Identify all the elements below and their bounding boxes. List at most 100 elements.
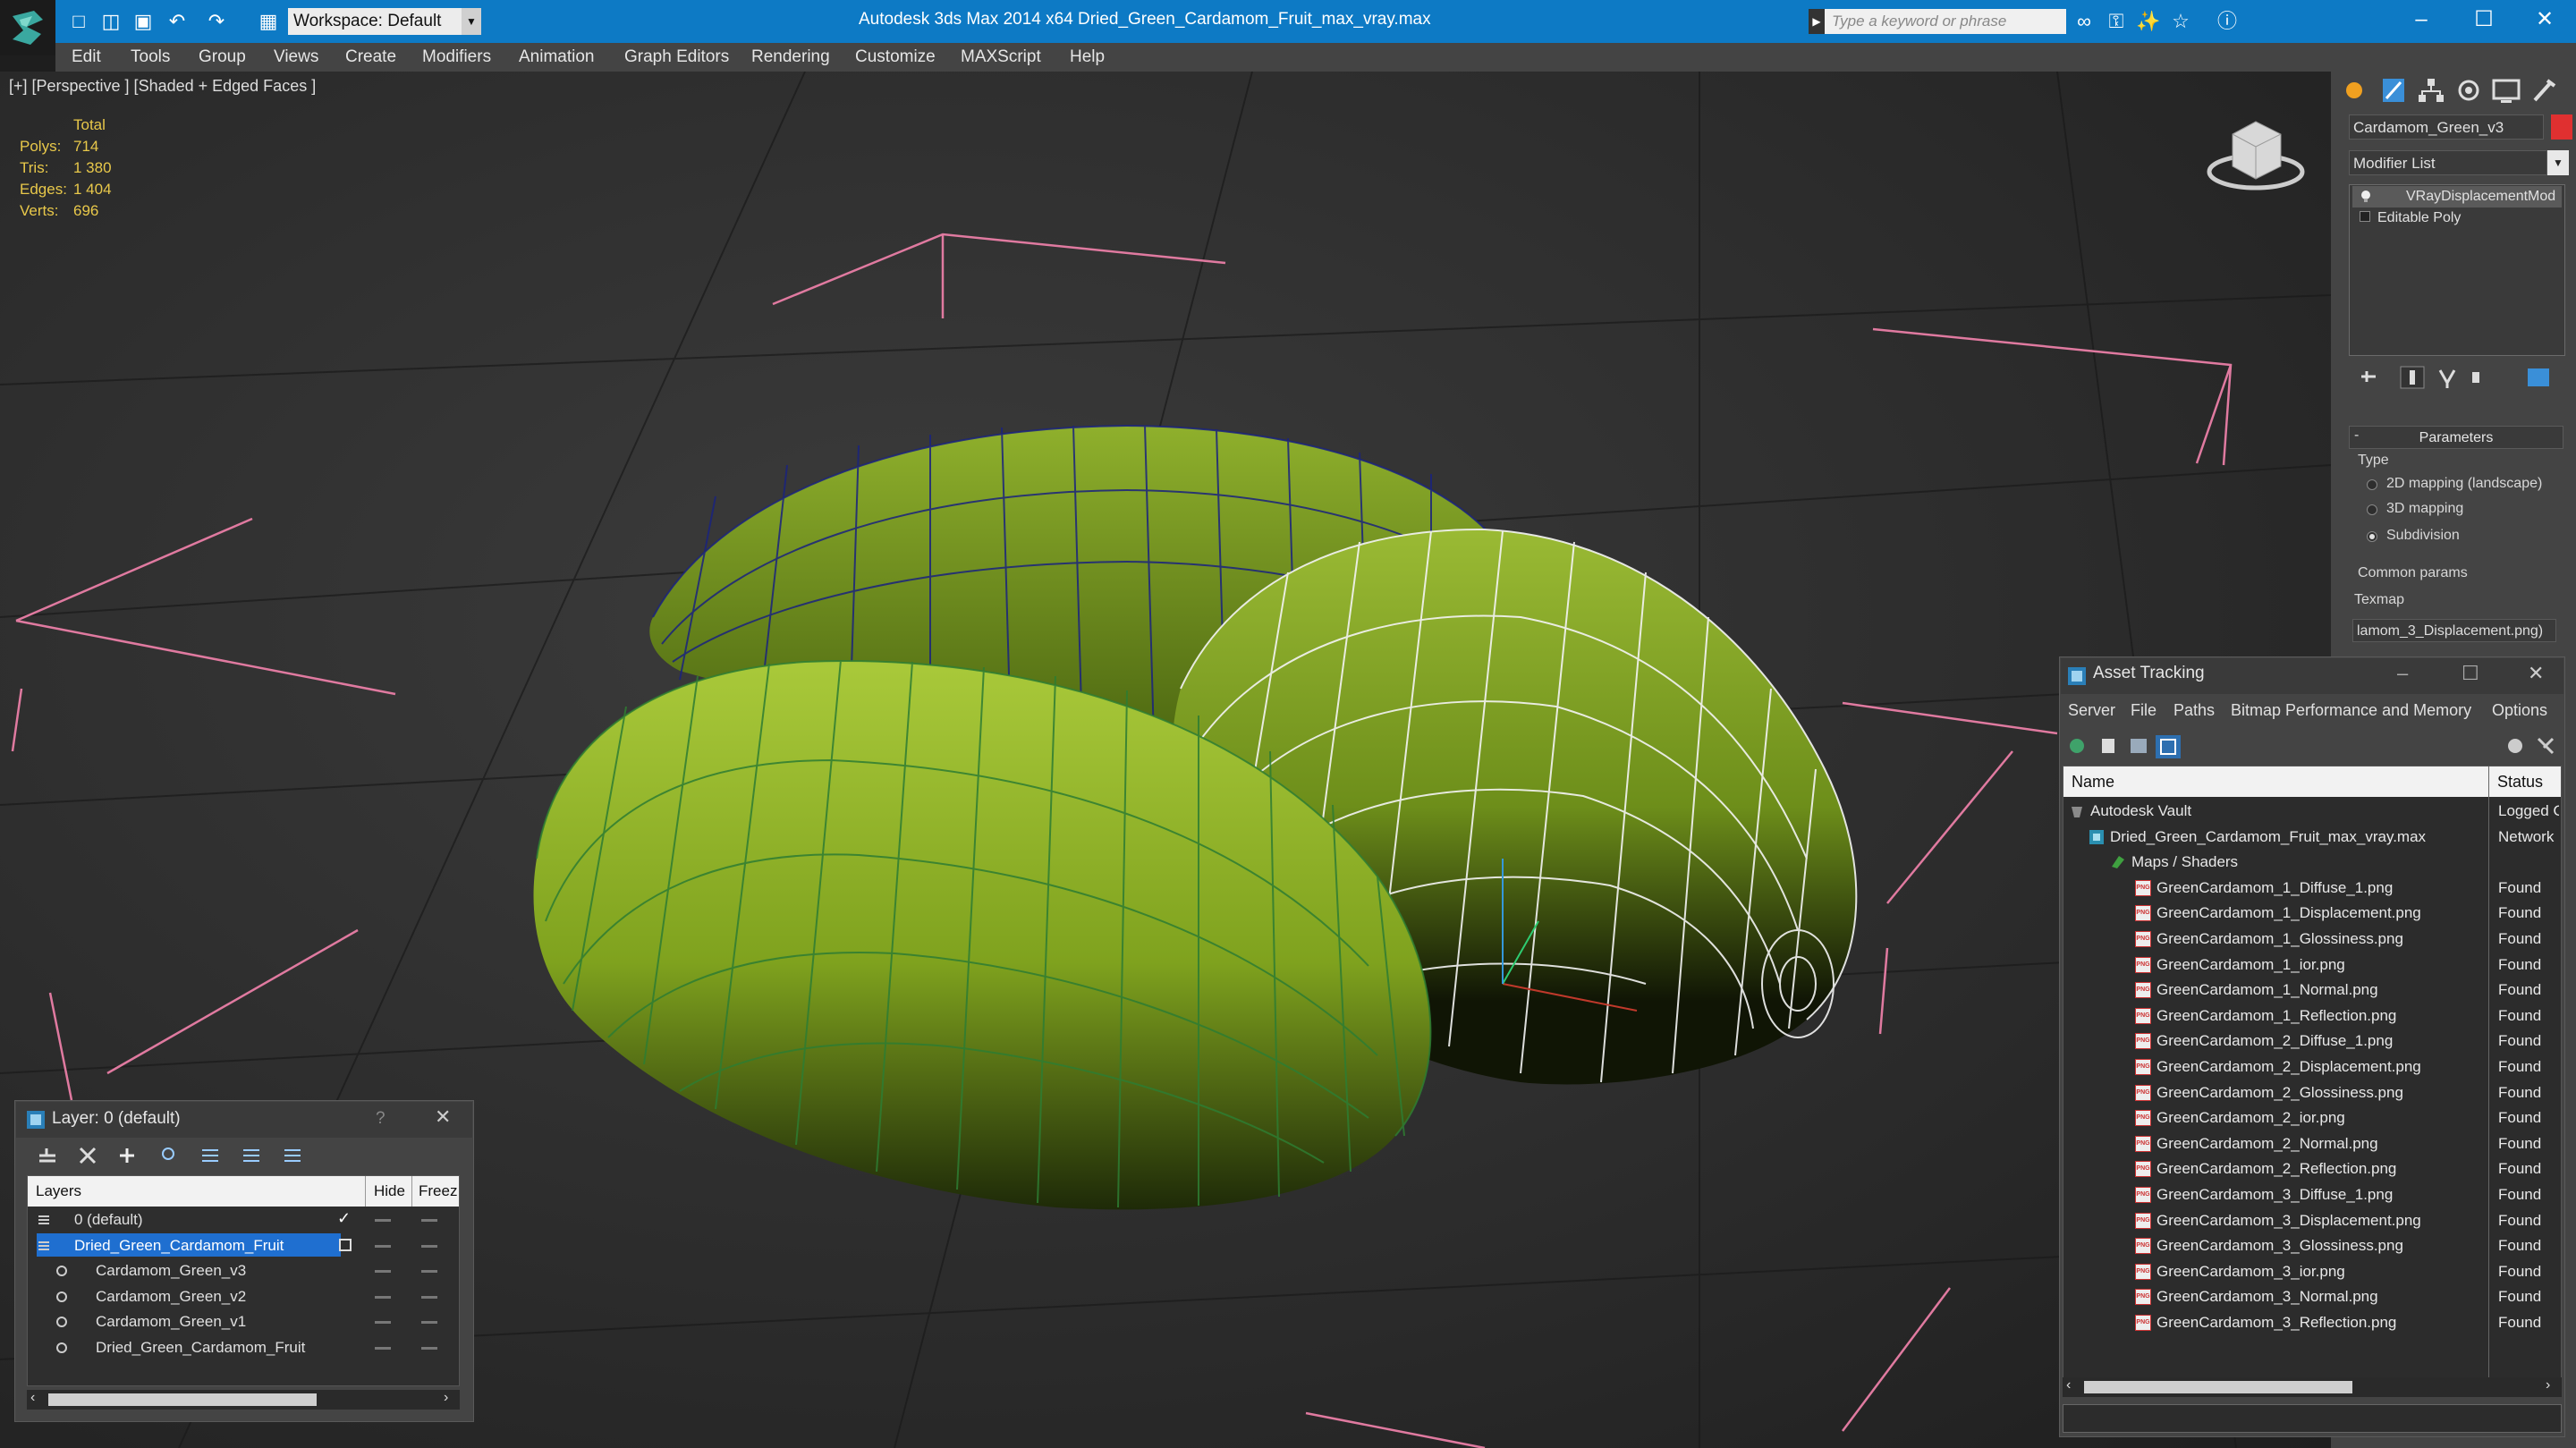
menu-group[interactable]: Group [199,43,246,72]
lightbulb-icon[interactable] [2360,190,2372,202]
layer-object-name[interactable]: Cardamom_Green_v3 [96,1258,246,1283]
undo-icon[interactable]: ↶ [165,9,190,34]
viewport-label[interactable]: [+] [Perspective ] [Shaded + Edged Faces… [9,77,316,96]
set-current-layer-checkbox[interactable] [339,1239,352,1251]
layer-object-name[interactable]: Dried_Green_Cardamom_Fruit [96,1335,305,1360]
key-icon[interactable]: ⚿ [2104,9,2129,34]
layer-row-name[interactable]: 0 (default) [74,1207,143,1232]
asset-menu-bitmap-performance[interactable]: Bitmap Performance and Memory [2231,696,2471,724]
maximize-window-icon[interactable]: ☐ [2453,0,2515,39]
chevron-down-icon[interactable]: ▼ [462,8,481,35]
current-layer-check-icon[interactable]: ✓ [337,1209,351,1228]
asset-name-cell[interactable]: GreenCardamom_1_Displacement.png [2157,901,2484,926]
parameters-rollout-header[interactable]: Parameters [2349,426,2563,449]
hierarchy-tab-icon[interactable] [2413,73,2449,107]
menu-graph-editors[interactable]: Graph Editors [624,43,729,72]
freeze-toggle[interactable] [421,1219,437,1222]
chevron-down-icon[interactable]: ▼ [2547,150,2569,175]
scroll-left-icon[interactable]: ‹ [30,1390,35,1406]
asset-name-cell[interactable]: GreenCardamom_2_Displacement.png [2157,1054,2484,1080]
column-header-hide[interactable]: Hide [374,1176,405,1207]
asset-name-cell[interactable]: GreenCardamom_3_ior.png [2157,1259,2484,1284]
menu-rendering[interactable]: Rendering [751,43,830,72]
project-folder-icon[interactable]: ▦ [256,9,281,34]
asset-name-cell[interactable]: GreenCardamom_2_Glossiness.png [2157,1080,2484,1105]
asset-name-cell[interactable]: GreenCardamom_2_Normal.png [2157,1131,2484,1156]
maximize-window-icon[interactable]: ☐ [2462,662,2479,685]
close-icon[interactable]: ✕ [2528,662,2544,685]
column-header-status[interactable]: Status [2497,766,2543,797]
minimize-window-icon[interactable]: – [2397,662,2408,685]
object-name-field[interactable]: Cardamom_Green_v3 [2349,114,2544,140]
menu-tools[interactable]: Tools [131,43,170,72]
hide-toggle[interactable] [375,1296,391,1299]
asset-name-cell[interactable]: GreenCardamom_1_Normal.png [2157,978,2484,1003]
help-icon[interactable]: ⓘ [2215,9,2240,34]
menu-customize[interactable]: Customize [855,43,936,72]
minimize-window-icon[interactable]: – [2390,0,2453,39]
menu-animation[interactable]: Animation [519,43,595,72]
asset-name-cell[interactable]: GreenCardamom_1_Reflection.png [2157,1003,2484,1029]
asset-name-cell[interactable]: GreenCardamom_2_Reflection.png [2157,1156,2484,1181]
hide-toggle[interactable] [375,1321,391,1324]
search-input[interactable]: Type a keyword or phrase [1825,9,2066,34]
layer-row-name[interactable]: Dried_Green_Cardamom_Fruit [74,1233,284,1258]
column-header-freeze[interactable]: Freeze [419,1176,458,1207]
asset-menu-options[interactable]: Options [2492,696,2547,724]
modify-tab-icon[interactable] [2376,73,2411,107]
menu-create[interactable]: Create [345,43,396,72]
expand-plus-icon[interactable] [2360,211,2370,222]
stack-item-editable-poly[interactable]: Editable Poly [2377,207,2461,229]
binoculars-icon[interactable]: ∞ [2072,9,2097,34]
hide-toggle[interactable] [375,1219,391,1222]
radio-subdivision[interactable] [2367,531,2377,542]
hide-toggle[interactable] [375,1245,391,1248]
texmap-button[interactable]: lamom_3_Displacement.png) [2352,619,2556,642]
help-icon[interactable]: ? [376,1109,386,1129]
utilities-tab-icon[interactable] [2526,73,2562,107]
freeze-toggle[interactable] [421,1296,437,1299]
menu-modifiers[interactable]: Modifiers [422,43,491,72]
new-file-icon[interactable]: □ [66,9,91,34]
freeze-toggle[interactable] [421,1245,437,1248]
asset-name-cell[interactable]: GreenCardamom_3_Reflection.png [2157,1310,2484,1335]
radio-3d-mapping[interactable] [2367,504,2377,515]
app-logo-button[interactable] [0,0,55,55]
hide-toggle[interactable] [375,1270,391,1273]
horizontal-scrollbar[interactable]: ‹ › [27,1390,460,1410]
asset-menu-file[interactable]: File [2131,696,2157,724]
asset-name-cell[interactable]: GreenCardamom_1_Glossiness.png [2157,927,2484,952]
stack-item-vraydisplacement[interactable]: VRayDisplacementMod [2406,186,2555,207]
menu-maxscript[interactable]: MAXScript [961,43,1041,72]
motion-tab-icon[interactable] [2451,73,2487,107]
layer-object-name[interactable]: Cardamom_Green_v1 [96,1309,246,1334]
asset-name-cell[interactable]: GreenCardamom_3_Diffuse_1.png [2157,1182,2484,1207]
freeze-toggle[interactable] [421,1270,437,1273]
horizontal-scrollbar[interactable]: ‹ › [2063,1377,2562,1397]
open-file-icon[interactable]: ◫ [98,9,123,34]
menu-views[interactable]: Views [274,43,318,72]
object-color-swatch[interactable] [2551,114,2572,140]
save-file-icon[interactable]: ▣ [131,9,156,34]
favorites-star-icon[interactable]: ☆ [2168,9,2193,34]
freeze-toggle[interactable] [421,1321,437,1324]
asset-name-cell[interactable]: Autodesk Vault [2090,799,2484,824]
asset-name-cell[interactable]: GreenCardamom_3_Displacement.png [2157,1208,2484,1233]
create-tab-icon[interactable] [2336,73,2372,107]
menu-edit[interactable]: Edit [72,43,101,72]
asset-name-cell[interactable]: GreenCardamom_2_Diffuse_1.png [2157,1029,2484,1054]
asset-name-cell[interactable]: GreenCardamom_2_ior.png [2157,1105,2484,1130]
scroll-right-icon[interactable]: › [2546,1377,2550,1393]
scroll-right-icon[interactable]: › [444,1390,448,1406]
hide-toggle[interactable] [375,1347,391,1350]
asset-name-cell[interactable]: Maps / Shaders [2131,850,2484,875]
menu-help[interactable]: Help [1070,43,1105,72]
search-expand-icon[interactable]: ▶ [1809,9,1825,34]
modifier-list-dropdown[interactable]: Modifier List [2349,150,2547,175]
display-tab-icon[interactable] [2488,73,2524,107]
redo-icon[interactable]: ↷ [204,9,229,34]
scrollbar-thumb[interactable] [2084,1381,2352,1393]
close-window-icon[interactable]: ✕ [2513,0,2576,39]
asset-name-cell[interactable]: GreenCardamom_3_Normal.png [2157,1284,2484,1309]
communication-icon[interactable]: ✨ [2136,9,2161,34]
